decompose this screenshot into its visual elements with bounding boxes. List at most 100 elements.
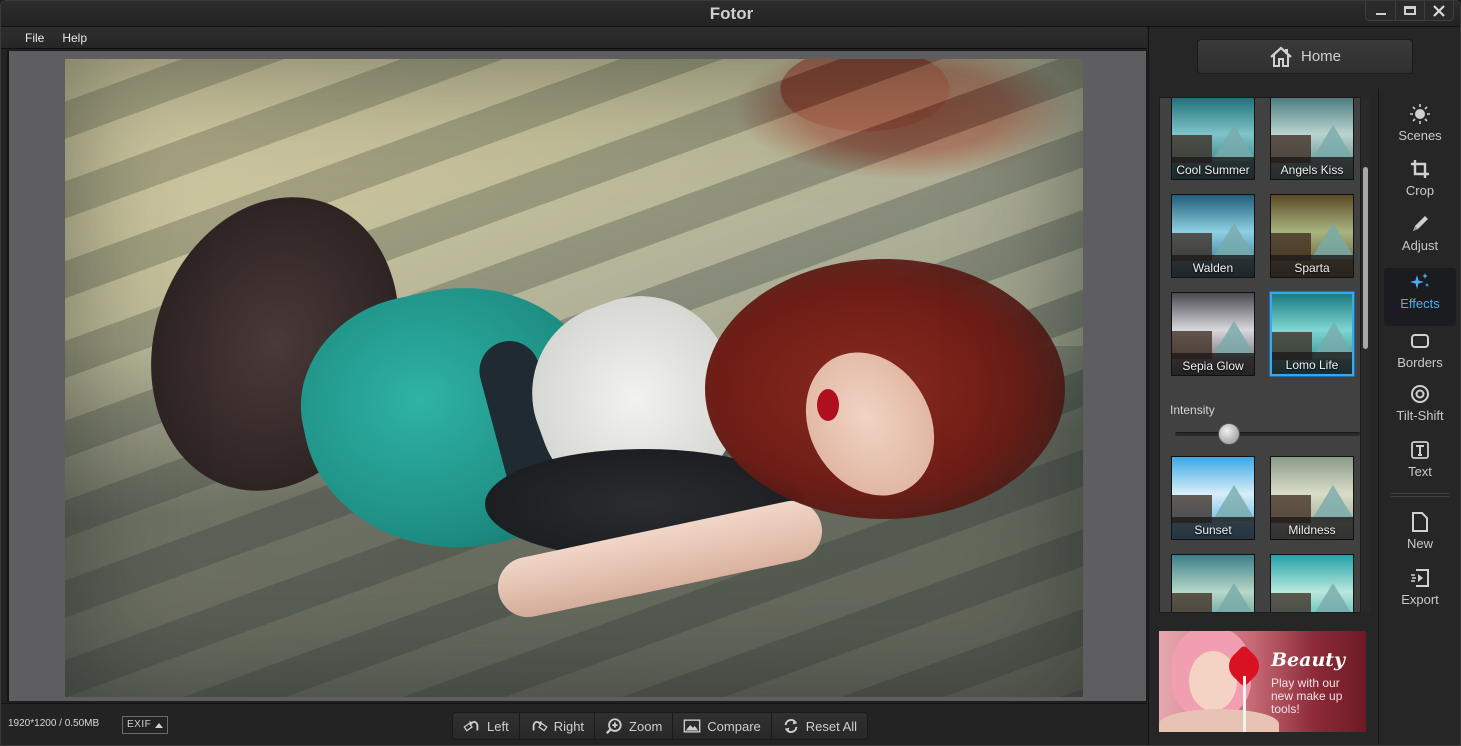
canvas-area [7,50,1147,702]
effect-thumbnail[interactable]: Sunset [1171,456,1255,540]
tool-tilt-shift-label: Tilt-Shift [1396,408,1444,423]
intensity-slider-track[interactable] [1175,432,1360,436]
zoom-button[interactable]: Zoom [594,713,673,739]
compare-image-icon [683,719,701,733]
close-icon [1433,4,1445,17]
zoom-in-icon [606,718,622,734]
effect-preview-bld [1271,593,1311,612]
close-button[interactable] [1424,1,1453,20]
effect-thumbnail[interactable]: Sparta [1270,194,1354,278]
exif-toggle[interactable]: EXIF [122,716,169,734]
compare-button[interactable]: Compare [672,713,771,739]
caret-up-icon [155,722,164,728]
rotate-right-icon [532,720,548,732]
effects-list: Intensity Cool Summer Angels Kiss Walden Sp… [1159,97,1369,613]
tool-crop[interactable]: Crop [1384,158,1456,210]
effect-preview-pyr [1212,125,1254,161]
effect-label: Walden [1192,261,1234,275]
bottom-bar: 1920*1200 / 0.50MB EXIF Left Right Zoom … [1,703,1147,745]
pencil-icon [1413,216,1428,231]
app-window: Fotor File Help 1920*1200 / 0.50MB EXIF … [0,0,1461,746]
effect-preview-pyr [1212,223,1254,259]
image-dimensions: 1920*1200 / 0.50MB [8,718,100,729]
tool-export[interactable]: Export [1384,567,1456,619]
menu-help[interactable]: Help [62,31,87,45]
window-controls [1365,1,1454,21]
tool-adjust-label: Adjust [1401,238,1439,253]
new-file-icon [1412,512,1428,532]
compare-label: Compare [707,718,761,734]
tool-tilt-shift[interactable]: Tilt-Shift [1384,383,1456,435]
effect-thumbnail[interactable]: Cool Summer [1171,98,1255,180]
effect-label: Angels Kiss [1280,163,1344,177]
reset-icon [784,719,798,733]
effect-label: Sunset [1194,523,1232,537]
tilt-shift-icon [1411,385,1429,403]
effect-thumbnail[interactable] [1270,554,1354,612]
effect-thumbnail[interactable] [1171,554,1255,612]
menu-file[interactable]: File [25,31,44,45]
tool-effects-label: Effects [1400,296,1440,311]
exif-label: EXIF [127,719,152,730]
tool-sidebar: Scenes Crop Adjust Effects Borders Tilt-… [1378,89,1460,745]
tool-adjust[interactable]: Adjust [1384,213,1456,265]
effect-label: Sparta [1294,261,1330,275]
effect-preview-pyr [1311,583,1353,612]
zoom-label: Zoom [629,718,663,734]
sun-icon [1410,104,1430,124]
tool-new-label: New [1406,536,1433,551]
maximize-icon [1404,6,1416,15]
tool-divider [1391,493,1449,497]
intensity-label: Intensity [1170,403,1215,417]
tool-scenes[interactable]: Scenes [1384,103,1456,155]
rotate-right-button[interactable]: Right [518,713,595,739]
home-button[interactable]: Home [1197,39,1413,74]
ad-text: Play with our new make up tools! [1271,676,1343,716]
minimize-icon [1375,12,1386,15]
tool-crop-label: Crop [1405,183,1435,198]
effect-label: Lomo Life [1285,358,1339,372]
reset-all-button[interactable]: Reset All [770,713,868,739]
effects-scrollbar[interactable] [1360,97,1370,613]
export-icon [1411,569,1429,587]
rotate-right-label: Right [553,718,585,734]
effect-preview-pyr [1311,125,1353,161]
text-icon [1411,441,1429,459]
reset-all-label: Reset All [805,718,858,734]
effect-thumbnail[interactable]: Mildness [1270,456,1354,540]
effect-thumbnail[interactable]: Angels Kiss [1270,98,1354,180]
effect-preview-pyr [1212,321,1254,357]
tool-new[interactable]: New [1384,511,1456,563]
tool-export-label: Export [1401,592,1439,607]
ad-title: Beauty [1271,649,1346,671]
rotate-left-icon [463,720,479,732]
intensity-slider-handle[interactable] [1217,423,1240,445]
home-label: Home [1300,48,1341,65]
effect-thumbnail[interactable]: Sepia Glow [1171,292,1255,376]
maximize-button[interactable] [1395,1,1424,20]
minimize-button[interactable] [1366,1,1395,20]
effect-preview-bld [1172,593,1212,612]
tool-borders-label: Borders [1397,355,1443,370]
tool-text[interactable]: Text [1384,439,1456,491]
effect-label: Sepia Glow [1182,359,1244,373]
crop-icon [1411,160,1429,178]
effect-thumbnail[interactable]: Lomo Life [1270,292,1354,376]
effect-thumbnail[interactable]: Walden [1171,194,1255,278]
effect-preview-pyr [1212,583,1254,612]
tool-effects[interactable]: Effects [1384,268,1456,326]
effect-preview-pyr [1311,485,1353,521]
border-frame-icon [1411,334,1429,348]
tool-text-label: Text [1408,464,1432,479]
beauty-ad-banner[interactable]: Beauty Play with our new make up tools! [1159,631,1366,732]
ad-model-shoulders [1159,709,1279,732]
effect-label: Cool Summer [1176,163,1250,177]
rotate-left-label: Left [487,718,509,734]
photo-preview[interactable] [65,59,1083,697]
tool-borders[interactable]: Borders [1384,330,1456,382]
effect-preview-pyr [1311,223,1353,259]
effects-scrollbar-thumb[interactable] [1363,167,1368,349]
lollipop-stick [1243,676,1246,732]
effect-preview-pyr [1212,485,1254,521]
rotate-left-button[interactable]: Left [453,713,519,739]
